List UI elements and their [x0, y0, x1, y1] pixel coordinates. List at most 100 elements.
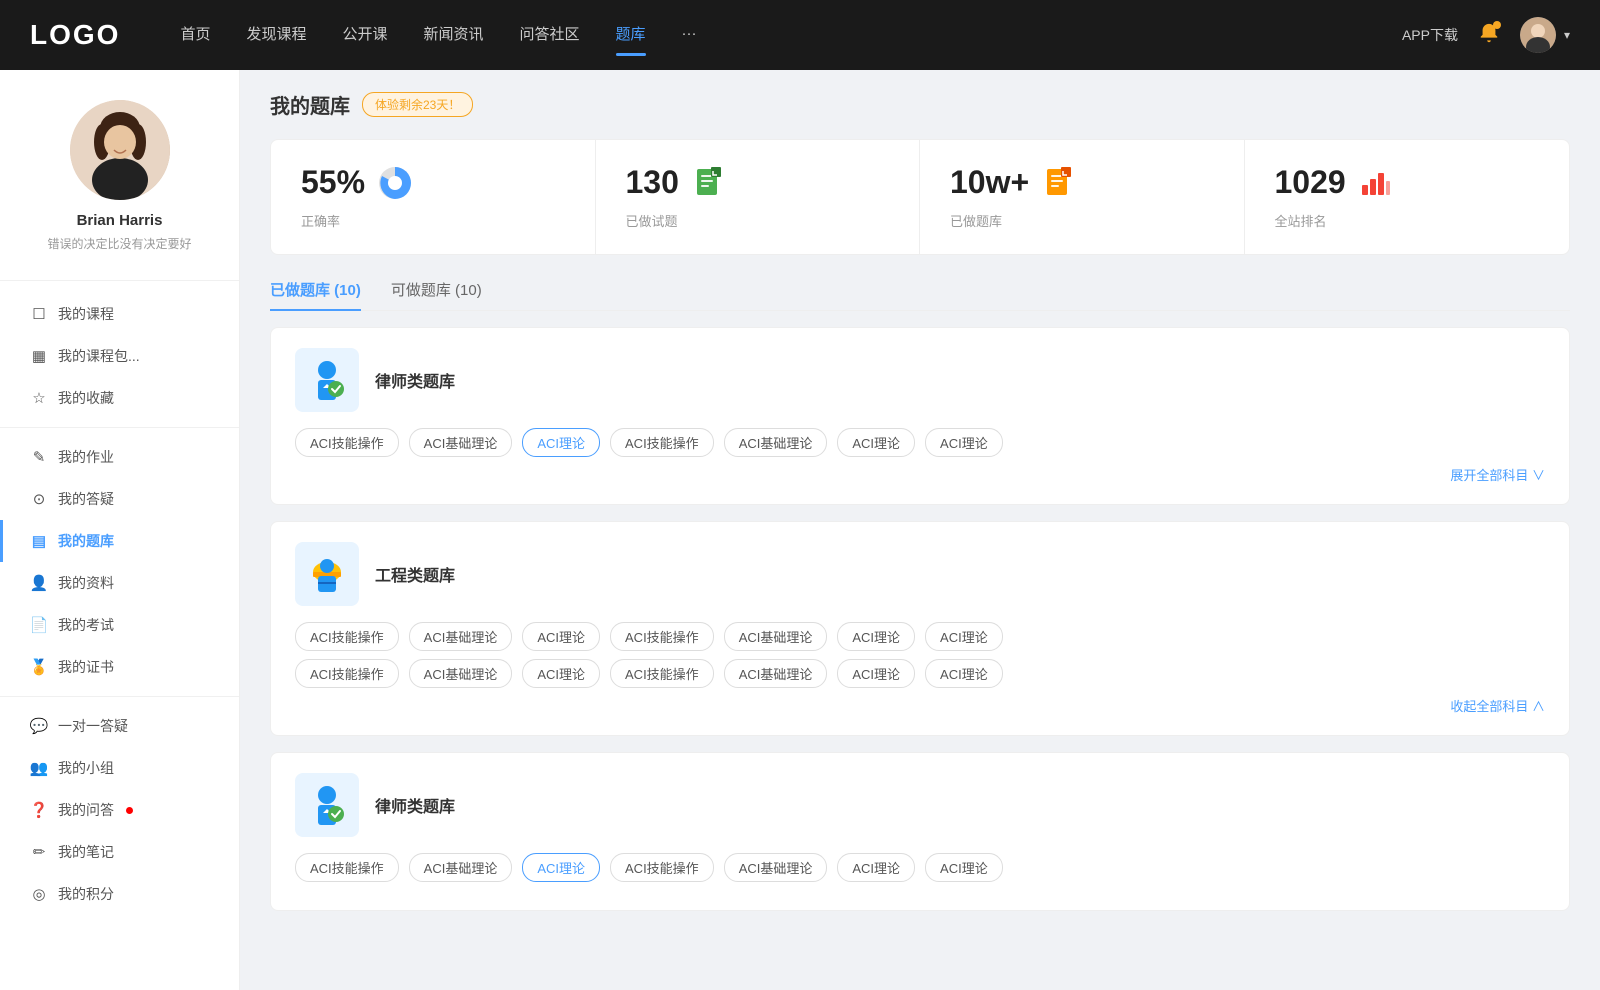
- sidebar-item-points[interactable]: ◎ 我的积分: [0, 873, 239, 915]
- tab-todo[interactable]: 可做题库 (10): [391, 279, 482, 310]
- tag-l1-2[interactable]: ACI基础理论: [409, 428, 513, 457]
- sidebar-item-qbank[interactable]: ▤ 我的题库: [0, 520, 239, 562]
- bar-chart-icon: [1358, 165, 1394, 201]
- star-icon: ☆: [30, 389, 48, 407]
- tag-e-3[interactable]: ACI理论: [522, 622, 600, 651]
- nav-discover[interactable]: 发现课程: [246, 23, 306, 48]
- sidebar-label-favorites: 我的收藏: [58, 388, 114, 408]
- sidebar-item-favorites[interactable]: ☆ 我的收藏: [0, 377, 239, 419]
- tag-l1-1[interactable]: ACI技能操作: [295, 428, 399, 457]
- sidebar-item-answers[interactable]: ⊙ 我的答疑: [0, 478, 239, 520]
- stat-accuracy: 55% 正确率: [271, 140, 596, 254]
- tag-e2-4[interactable]: ACI技能操作: [610, 659, 714, 688]
- tabs-row: 已做题库 (10) 可做题库 (10): [270, 279, 1570, 311]
- avatar: [1520, 17, 1556, 53]
- tag-e-5[interactable]: ACI基础理论: [724, 622, 828, 651]
- tag-e-7[interactable]: ACI理论: [925, 622, 1003, 651]
- sidebar-label-points: 我的积分: [58, 884, 114, 904]
- tag-l1-3[interactable]: ACI理论: [522, 428, 600, 457]
- layout: Brian Harris 错误的决定比没有决定要好 ☐ 我的课程 ▦ 我的课程包…: [0, 70, 1600, 990]
- tag-e-4[interactable]: ACI技能操作: [610, 622, 714, 651]
- qbank-title-engineer: 工程类题库: [375, 562, 455, 586]
- nav-more[interactable]: ···: [682, 25, 697, 46]
- pie-chart-icon: [377, 165, 413, 201]
- sidebar-label-profile: 我的资料: [58, 573, 114, 593]
- tag-l1-5[interactable]: ACI基础理论: [724, 428, 828, 457]
- tag-l1-4[interactable]: ACI技能操作: [610, 428, 714, 457]
- qbank-card-engineer: 工程类题库 ACI技能操作 ACI基础理论 ACI理论 ACI技能操作 ACI基…: [270, 521, 1570, 736]
- tag-l2-4[interactable]: ACI技能操作: [610, 853, 714, 882]
- stat-rank: 1029 全站排名: [1245, 140, 1570, 254]
- sidebar-item-packages[interactable]: ▦ 我的课程包...: [0, 335, 239, 377]
- tag-e2-3[interactable]: ACI理论: [522, 659, 600, 688]
- nav-home[interactable]: 首页: [180, 23, 210, 48]
- stat-rank-top: 1029: [1275, 164, 1540, 201]
- tag-e2-6[interactable]: ACI理论: [837, 659, 915, 688]
- sidebar-label-cert: 我的证书: [58, 657, 114, 677]
- sidebar-item-profile[interactable]: 👤 我的资料: [0, 562, 239, 604]
- tab-done[interactable]: 已做题库 (10): [270, 279, 361, 310]
- profile-name: Brian Harris: [77, 212, 163, 229]
- notification-bell[interactable]: [1478, 22, 1500, 49]
- stat-rank-label: 全站排名: [1275, 211, 1540, 230]
- stat-done-questions-value: 130: [626, 164, 679, 201]
- tag-l1-6[interactable]: ACI理论: [837, 428, 915, 457]
- lawyer-icon-1: [295, 348, 359, 412]
- expand-lawyer-1[interactable]: 展开全部科目 ∨: [295, 465, 1545, 484]
- sidebar-item-cert[interactable]: 🏅 我的证书: [0, 646, 239, 688]
- sidebar-item-exam[interactable]: 📄 我的考试: [0, 604, 239, 646]
- qbank-title-lawyer-2: 律师类题库: [375, 793, 455, 817]
- tag-l2-5[interactable]: ACI基础理论: [724, 853, 828, 882]
- question-icon: ⊙: [30, 490, 48, 508]
- stat-accuracy-top: 55%: [301, 164, 565, 201]
- nav-qa[interactable]: 问答社区: [520, 23, 580, 48]
- sidebar-label-exam: 我的考试: [58, 615, 114, 635]
- sidebar-label-1on1: 一对一答疑: [58, 716, 128, 736]
- sidebar-item-myqa[interactable]: ❓ 我的问答: [0, 789, 239, 831]
- file-icon: ☐: [30, 305, 48, 323]
- tag-e2-2[interactable]: ACI基础理论: [409, 659, 513, 688]
- stat-done-questions-label: 已做试题: [626, 211, 890, 230]
- sidebar-item-notes[interactable]: ✏ 我的笔记: [0, 831, 239, 873]
- qbank-tags-engineer-row1: ACI技能操作 ACI基础理论 ACI理论 ACI技能操作 ACI基础理论 AC…: [295, 622, 1545, 651]
- sidebar-item-homework[interactable]: ✎ 我的作业: [0, 436, 239, 478]
- sidebar-item-courses[interactable]: ☐ 我的课程: [0, 293, 239, 335]
- tag-l2-2[interactable]: ACI基础理论: [409, 853, 513, 882]
- tag-l2-3[interactable]: ACI理论: [522, 853, 600, 882]
- nav-qbank[interactable]: 题库: [616, 23, 646, 48]
- stat-accuracy-value: 55%: [301, 164, 365, 201]
- stat-done-banks-label: 已做题库: [950, 211, 1214, 230]
- sidebar-label-packages: 我的课程包...: [58, 346, 140, 366]
- tag-e2-7[interactable]: ACI理论: [925, 659, 1003, 688]
- tag-e2-1[interactable]: ACI技能操作: [295, 659, 399, 688]
- tag-e2-5[interactable]: ACI基础理论: [724, 659, 828, 688]
- app-download-link[interactable]: APP下载: [1402, 25, 1458, 45]
- tag-e-6[interactable]: ACI理论: [837, 622, 915, 651]
- main-content: 我的题库 体验剩余23天！ 55%: [240, 70, 1600, 990]
- sidebar-item-group[interactable]: 👥 我的小组: [0, 747, 239, 789]
- profile-motto: 错误的决定比没有决定要好: [47, 235, 191, 252]
- topnav-right: APP下载 ▾: [1402, 17, 1570, 53]
- table-icon: ▤: [30, 532, 48, 550]
- sidebar-divider-2: [0, 427, 239, 428]
- sidebar-label-group: 我的小组: [58, 758, 114, 778]
- trial-badge: 体验剩余23天！: [362, 92, 473, 117]
- sidebar-label-notes: 我的笔记: [58, 842, 114, 862]
- tag-l2-6[interactable]: ACI理论: [837, 853, 915, 882]
- qa-icon: ❓: [30, 801, 48, 819]
- sidebar: Brian Harris 错误的决定比没有决定要好 ☐ 我的课程 ▦ 我的课程包…: [0, 70, 240, 990]
- nav-news[interactable]: 新闻资讯: [424, 23, 484, 48]
- notification-dot: [1493, 21, 1501, 29]
- tag-l2-7[interactable]: ACI理论: [925, 853, 1003, 882]
- sidebar-menu: ☐ 我的课程 ▦ 我的课程包... ☆ 我的收藏 ✎ 我的作业 ⊙ 我的答疑 ▤: [0, 289, 239, 919]
- tag-e-1[interactable]: ACI技能操作: [295, 622, 399, 651]
- tag-l2-1[interactable]: ACI技能操作: [295, 853, 399, 882]
- note-icon: ✏: [30, 843, 48, 861]
- collapse-engineer[interactable]: 收起全部科目 ∧: [295, 696, 1545, 715]
- tag-e-2[interactable]: ACI基础理论: [409, 622, 513, 651]
- group-icon: 👥: [30, 759, 48, 777]
- sidebar-item-1on1[interactable]: 💬 一对一答疑: [0, 705, 239, 747]
- user-avatar-menu[interactable]: ▾: [1520, 17, 1570, 53]
- nav-open[interactable]: 公开课: [342, 23, 387, 48]
- tag-l1-7[interactable]: ACI理论: [925, 428, 1003, 457]
